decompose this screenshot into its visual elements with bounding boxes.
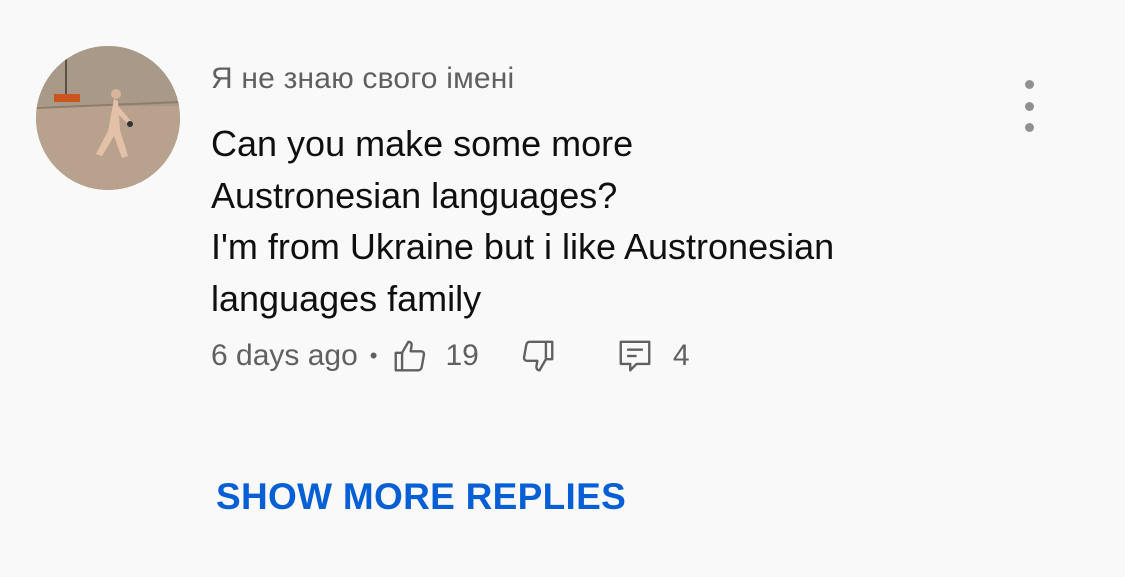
like-button[interactable] <box>391 337 429 375</box>
more-options-button[interactable] <box>1010 80 1048 132</box>
comment-timestamp[interactable]: 6 days ago <box>211 339 358 373</box>
show-more-replies-button[interactable]: SHOW MORE REPLIES <box>216 476 626 518</box>
reply-button[interactable] <box>617 337 653 375</box>
comment-icon <box>619 340 651 372</box>
comment-author[interactable]: Я не знаю свого імені <box>211 62 514 96</box>
comment-text: Can you make some more Austronesian lang… <box>211 123 835 319</box>
separator-dot: • <box>369 343 378 368</box>
dislike-button[interactable] <box>519 337 557 375</box>
thumbs-up-icon <box>395 340 426 372</box>
avatar-image <box>36 46 180 190</box>
comment-toolbar: 6 days ago • 19 4 <box>211 334 690 378</box>
more-vert-icon <box>1024 80 1034 89</box>
like-count: 19 <box>445 339 479 372</box>
comment-thread: Я не знаю свого імені Can you make some … <box>0 0 1125 577</box>
author-avatar[interactable] <box>36 46 180 190</box>
reply-count: 4 <box>672 339 690 372</box>
thumbs-down-icon <box>522 340 554 372</box>
